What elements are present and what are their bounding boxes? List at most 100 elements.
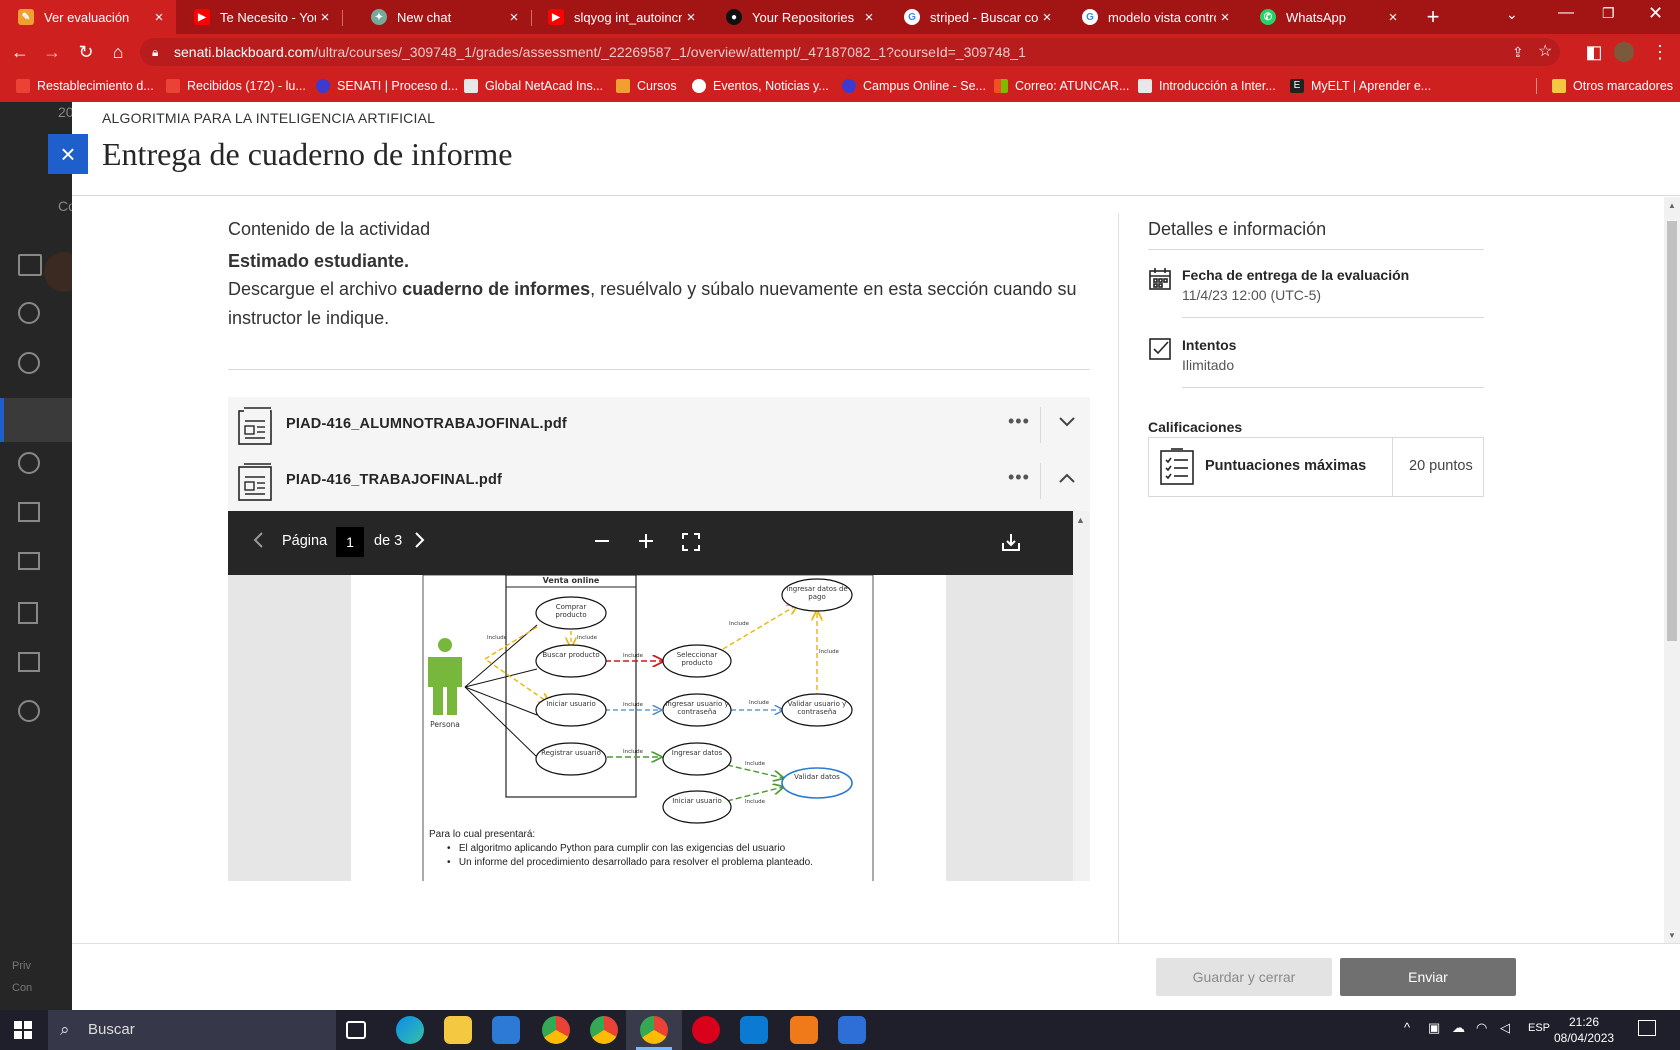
- side-panel-icon[interactable]: ◧: [1582, 40, 1606, 64]
- zoom-in-icon[interactable]: [638, 533, 654, 552]
- volume-icon[interactable]: ◁: [1500, 1020, 1510, 1036]
- task-view-icon[interactable]: [346, 1021, 366, 1039]
- language-indicator[interactable]: ESP: [1528, 1022, 1550, 1034]
- submit-button[interactable]: Enviar: [1340, 958, 1516, 996]
- bookmark-label: MyELT | Aprender e...: [1311, 79, 1432, 93]
- opera-icon[interactable]: [692, 1016, 720, 1044]
- new-tab-button[interactable]: +: [1420, 4, 1446, 30]
- other-bookmarks[interactable]: Otros marcadores: [1552, 70, 1673, 102]
- collapse-chevron-up-icon[interactable]: [1058, 471, 1076, 489]
- previous-page-icon[interactable]: [252, 531, 264, 552]
- clock-time: 21:26: [1568, 1015, 1600, 1029]
- app-icon[interactable]: [838, 1016, 866, 1044]
- bookmark-item[interactable]: Eventos, Noticias y...: [692, 70, 829, 102]
- chrome-icon[interactable]: [590, 1016, 618, 1044]
- tab-ver-evaluacion[interactable]: ✎ Ver evaluación ×: [0, 0, 176, 34]
- tab-youtube[interactable]: ▶ Te Necesito - YouTube ×: [176, 0, 342, 34]
- bookmark-item[interactable]: SENATI | Proceso d...: [316, 70, 458, 102]
- expand-chevron-down-icon[interactable]: [1058, 415, 1076, 433]
- close-tab-icon[interactable]: ×: [860, 9, 878, 26]
- search-icon: ⌕: [60, 1020, 70, 1039]
- profile-avatar[interactable]: [1614, 42, 1634, 62]
- checkbox-icon: [1148, 337, 1172, 366]
- background-footer-text: Con: [12, 982, 33, 994]
- close-tab-icon[interactable]: ×: [1216, 9, 1234, 26]
- bookmark-item[interactable]: Global NetAcad Ins...: [464, 70, 603, 102]
- minimize-icon[interactable]: —: [1558, 4, 1574, 22]
- close-tab-icon[interactable]: ×: [1038, 9, 1056, 26]
- forward-icon[interactable]: →: [40, 40, 64, 64]
- close-panel-button[interactable]: ×: [48, 134, 88, 174]
- chrome-icon[interactable]: [640, 1016, 668, 1044]
- share-icon[interactable]: ⇪: [1512, 38, 1524, 66]
- chrome-icon[interactable]: [542, 1016, 570, 1044]
- next-page-icon[interactable]: [414, 531, 426, 552]
- address-bar[interactable]: 🔒︎ senati.blackboard.com/ultra/courses/_…: [140, 38, 1560, 66]
- download-icon[interactable]: [1002, 533, 1020, 554]
- page-label: Página: [282, 533, 328, 549]
- restore-icon[interactable]: ❐: [1602, 5, 1615, 22]
- xampp-icon[interactable]: [790, 1016, 818, 1044]
- bookmark-item[interactable]: E MyELT | Aprender e...: [1290, 70, 1431, 102]
- bookmark-item[interactable]: Cursos: [616, 70, 677, 102]
- use-case-label: Validar usuario y contraseña: [787, 700, 847, 716]
- windows-start-icon[interactable]: [14, 1021, 32, 1044]
- tab-title: slqyog int_autoincrement: [574, 9, 682, 25]
- bookmark-item[interactable]: Restablecimiento d...: [16, 70, 154, 102]
- tab-whatsapp[interactable]: ✆ WhatsApp ×: [1242, 0, 1410, 34]
- zoom-out-icon[interactable]: [594, 533, 610, 552]
- taskbar-clock[interactable]: 21:26 08/04/2023: [1554, 1014, 1614, 1046]
- more-options-button[interactable]: •••: [1008, 411, 1030, 432]
- tab-youtube-sqlite[interactable]: ▶ slqyog int_autoincrement ×: [530, 0, 708, 34]
- bookmark-label: Introducción a Inter...: [1159, 79, 1276, 93]
- tab-search-chevron-icon[interactable]: ⌄: [1506, 6, 1518, 23]
- close-window-icon[interactable]: ✕: [1648, 3, 1663, 24]
- use-case-label: Iniciar usuario: [546, 700, 596, 708]
- onedrive-icon[interactable]: ☁: [1452, 1020, 1465, 1036]
- close-tab-icon[interactable]: ×: [316, 9, 334, 26]
- use-case-label: Comprar producto: [555, 603, 587, 619]
- bookmark-star-icon[interactable]: ☆: [1538, 38, 1552, 66]
- notifications-icon[interactable]: [1638, 1020, 1656, 1036]
- back-icon[interactable]: ←: [8, 40, 32, 64]
- panel-scrollbar[interactable]: ▲ ▼: [1664, 197, 1680, 943]
- tab-google-mvc[interactable]: G modelo vista controlador ×: [1064, 0, 1242, 34]
- bookmark-item[interactable]: Recibidos (172) - lu...: [166, 70, 306, 102]
- meet-icon[interactable]: ▣: [1428, 1020, 1440, 1036]
- scrollbar-thumb[interactable]: [1667, 221, 1677, 641]
- file-attachment-1[interactable]: PIAD-416_ALUMNOTRABAJOFINAL.pdf •••: [228, 397, 1090, 455]
- vscode-icon[interactable]: [740, 1016, 768, 1044]
- save-and-close-button[interactable]: Guardar y cerrar: [1156, 958, 1332, 996]
- close-tab-icon[interactable]: ×: [505, 9, 523, 26]
- taskbar-search-input[interactable]: ⌕ Buscar: [48, 1010, 336, 1050]
- viewer-scrollbar[interactable]: ▲: [1073, 511, 1090, 881]
- scroll-down-icon[interactable]: ▼: [1668, 931, 1676, 940]
- panel-footer: Guardar y cerrar Enviar: [72, 943, 1680, 1010]
- bookmark-item[interactable]: Introducción a Inter...: [1138, 70, 1276, 102]
- scroll-up-icon[interactable]: ▲: [1076, 515, 1085, 525]
- edge-icon[interactable]: [396, 1016, 424, 1044]
- page-number-input[interactable]: 1: [336, 527, 364, 557]
- tab-new-chat[interactable]: ✦ New chat ×: [353, 0, 531, 34]
- bookmark-item[interactable]: Campus Online - Se...: [842, 70, 986, 102]
- activity-instructions: Descargue el archivo cuaderno de informe…: [228, 275, 1098, 333]
- close-tab-icon[interactable]: ×: [1384, 9, 1402, 26]
- reload-icon[interactable]: ↻: [74, 40, 98, 64]
- menu-icon[interactable]: ⋮: [1648, 40, 1672, 64]
- tab-google-striped[interactable]: G striped - Buscar con Google ×: [886, 0, 1064, 34]
- wifi-icon[interactable]: ◠: [1476, 1020, 1487, 1036]
- file-name[interactable]: PIAD-416_TRABAJOFINAL.pdf: [286, 472, 502, 488]
- microsoft-store-icon[interactable]: [492, 1016, 520, 1044]
- more-options-button[interactable]: •••: [1008, 467, 1030, 488]
- close-tab-icon[interactable]: ×: [682, 9, 700, 26]
- fullscreen-icon[interactable]: [682, 533, 700, 554]
- home-icon[interactable]: ⌂: [106, 40, 130, 64]
- scroll-up-icon[interactable]: ▲: [1668, 201, 1676, 210]
- bookmark-item[interactable]: Correo: ATUNCAR...: [994, 70, 1129, 102]
- show-hidden-icons-chevron-icon[interactable]: ^: [1404, 1020, 1410, 1035]
- file-name[interactable]: PIAD-416_ALUMNOTRABAJOFINAL.pdf: [286, 416, 567, 432]
- file-attachment-2[interactable]: PIAD-416_TRABAJOFINAL.pdf •••: [228, 453, 1090, 511]
- file-explorer-icon[interactable]: [444, 1016, 472, 1044]
- tab-github[interactable]: ● Your Repositories ×: [708, 0, 886, 34]
- close-tab-icon[interactable]: ×: [150, 9, 168, 26]
